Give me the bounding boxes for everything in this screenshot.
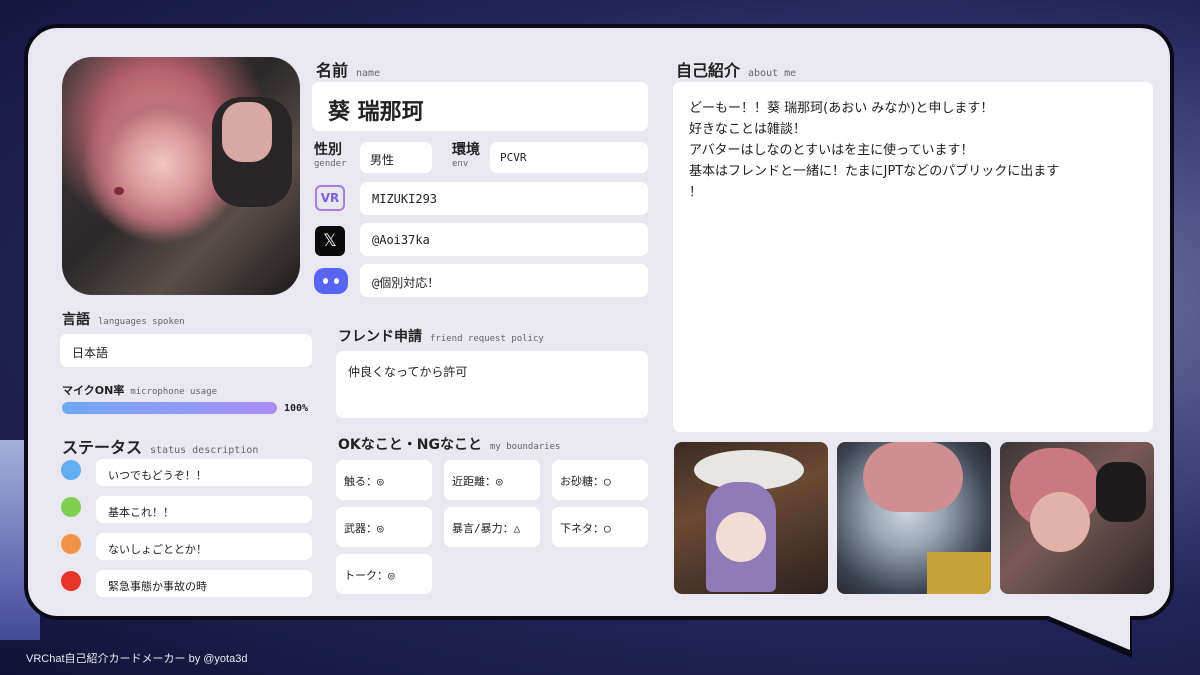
- discord-handle: @個別対応！: [360, 264, 648, 297]
- gender-label-en: gender: [314, 159, 347, 169]
- status-dot-emergency: [61, 571, 81, 591]
- status-label: ステータス: [62, 438, 143, 457]
- status-label-en: status description: [150, 445, 259, 456]
- boundary-touch: 触る：◎: [336, 460, 432, 500]
- name-label-en: name: [356, 68, 381, 79]
- x-icon: 𝕏: [315, 226, 345, 256]
- friend-request-label-en: friend request policy: [430, 334, 544, 344]
- about-line: どーもー！！葵 瑞那珂(あおい みなか)と申します！: [689, 101, 994, 116]
- face-shape: [1030, 492, 1090, 552]
- eye-shape: [114, 187, 124, 195]
- languages-value: 日本語: [60, 334, 312, 367]
- about-line: ！: [689, 185, 703, 200]
- boundary-osatou: お砂糖：◯: [552, 460, 648, 500]
- mic-bar-track: [62, 402, 277, 414]
- friend-request-label: フレンド申請: [338, 329, 422, 345]
- name-label: 名前: [316, 61, 349, 80]
- gallery-photo-1: [674, 442, 828, 594]
- hand-shape: [1096, 462, 1146, 522]
- mic-heading: マイクON率 microphone usage: [62, 379, 217, 398]
- boundaries-heading: OKなこと・NGなこと my boundaries: [338, 434, 560, 454]
- mic-percent: 100%: [284, 403, 309, 414]
- friend-request-heading: フレンド申請 friend request policy: [338, 326, 544, 346]
- status-dot-available: [61, 460, 81, 480]
- env-heading: 環境 env: [452, 143, 480, 171]
- env-value: PCVR: [490, 142, 648, 173]
- gender-value: 男性: [360, 142, 432, 173]
- vrchat-id: MIZUKI293: [360, 182, 648, 215]
- about-label-en: about me: [748, 68, 797, 79]
- languages-heading: 言語 languages spoken: [62, 309, 185, 329]
- name-heading: 名前 name: [316, 57, 380, 81]
- status-text-available: いつでもどうぞ！！: [96, 459, 312, 486]
- name-value: 葵 瑞那珂: [312, 82, 648, 131]
- about-line: アバターはしなのとすいはを主に使っています！: [689, 143, 974, 158]
- status-dot-default: [61, 497, 81, 517]
- boundaries-label: OKなこと・NGなこと: [338, 437, 482, 453]
- friend-request-value: 仲良くなってから許可: [336, 351, 648, 418]
- boundary-talk: トーク：◎: [336, 554, 432, 594]
- boundary-weapons: 武器：◎: [336, 507, 432, 547]
- boundary-violence: 暴言/暴力：△: [444, 507, 540, 547]
- boundaries-label-en: my boundaries: [489, 442, 561, 452]
- discord-icon-eye-left: [323, 278, 328, 284]
- boundary-dirty-jokes: 下ネタ：◯: [552, 507, 648, 547]
- gallery-photo-2: [837, 442, 991, 594]
- boundary-close-distance: 近距離：◎: [444, 460, 540, 500]
- about-line: 好きなことは雑談！: [689, 122, 807, 137]
- jacket-shape: [927, 552, 991, 594]
- about-line: 基本はフレンドと一緒に！たまにJPTなどのパブリックに出ます: [689, 164, 1060, 179]
- discord-icon: [314, 268, 348, 294]
- about-text: どーもー！！葵 瑞那珂(あおい みなか)と申します！ 好きなことは雑談！ アバタ…: [673, 82, 1153, 432]
- languages-label-en: languages spoken: [98, 317, 185, 327]
- status-heading: ステータス status description: [62, 434, 258, 458]
- avatar-photo: [62, 57, 300, 295]
- vrchat-icon: VR: [315, 185, 345, 211]
- mic-label-en: microphone usage: [130, 387, 218, 397]
- gender-label: 性別: [314, 142, 342, 158]
- mic-label: マイクON率: [62, 384, 125, 397]
- card-tail: [1034, 610, 1130, 650]
- status-text-default: 基本これ！！: [96, 496, 312, 523]
- gender-heading: 性別 gender: [314, 143, 347, 171]
- env-label: 環境: [452, 142, 480, 158]
- about-label: 自己紹介: [676, 61, 741, 80]
- footer-credit: VRChat自己紹介カードメーカー by @yota3d: [26, 653, 248, 665]
- discord-icon-eye-right: [334, 278, 339, 284]
- status-dot-private: [61, 534, 81, 554]
- status-text-private: ないしょごととか！: [96, 533, 312, 560]
- fingers-shape: [222, 102, 272, 162]
- gallery-photo-3: [1000, 442, 1154, 594]
- status-text-emergency: 緊急事態か事故の時: [96, 570, 312, 597]
- mic-bar-fill: [62, 402, 277, 414]
- env-label-en: env: [452, 159, 469, 169]
- face-shape: [716, 512, 766, 562]
- x-handle: @Aoi37ka: [360, 223, 648, 256]
- hair-shape: [863, 442, 963, 512]
- languages-label: 言語: [62, 312, 90, 328]
- about-heading: 自己紹介 about me: [676, 57, 796, 81]
